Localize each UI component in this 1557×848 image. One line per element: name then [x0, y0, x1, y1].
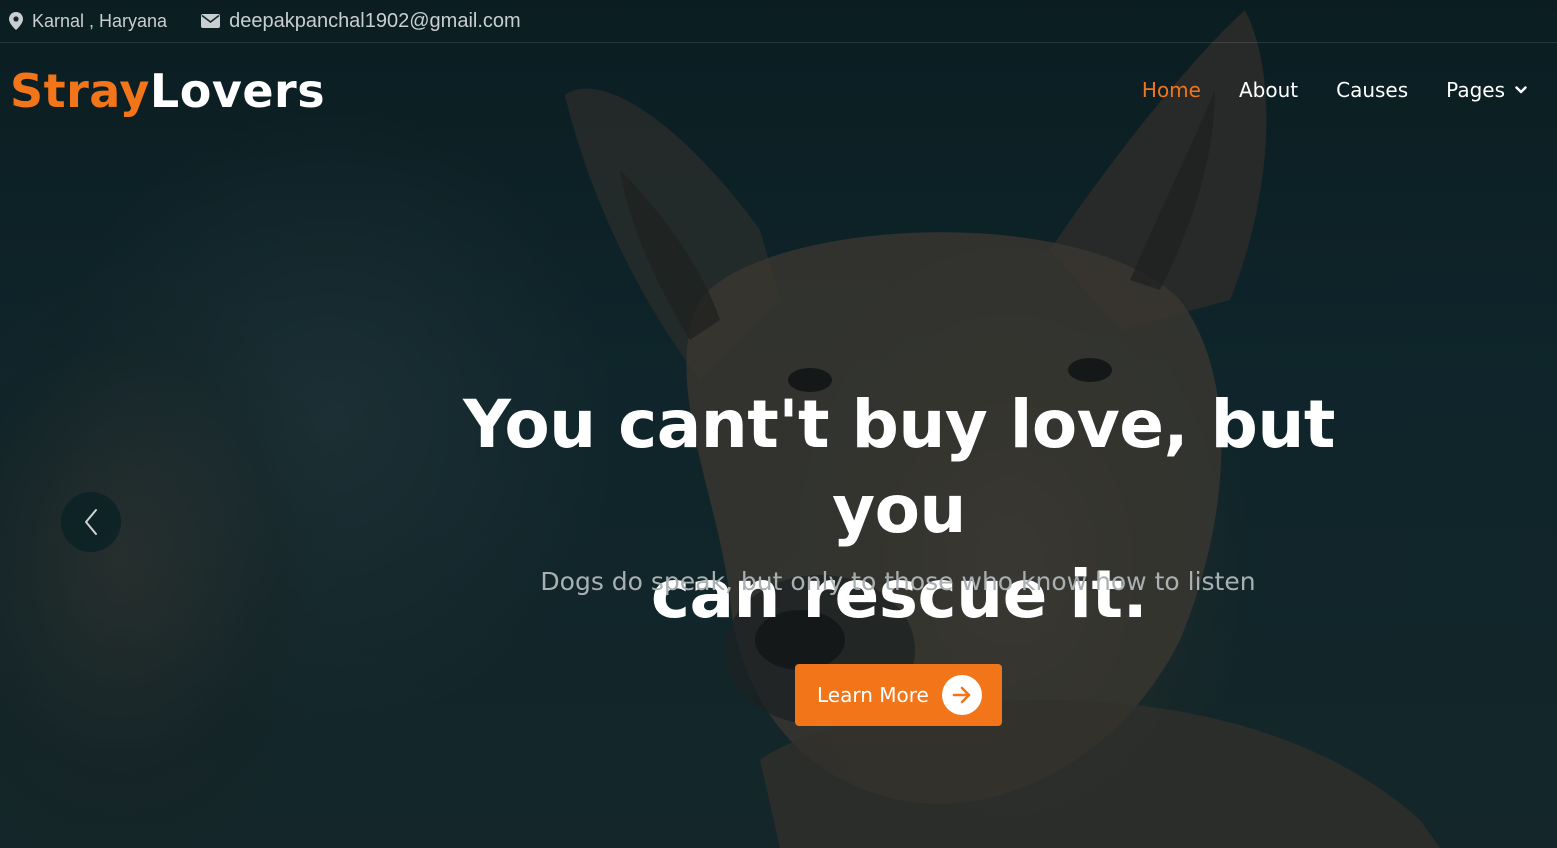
main-nav: Home About Causes Pages	[1142, 78, 1527, 102]
brand-part-1: Stray	[10, 64, 150, 118]
hero-subtitle: Dogs do speak, but only to those who kno…	[540, 567, 1256, 596]
map-pin-icon	[9, 12, 23, 30]
email-text[interactable]: deepakpanchal1902@gmail.com	[229, 10, 521, 33]
nav-item-home[interactable]: Home	[1142, 78, 1201, 102]
learn-more-label: Learn More	[817, 683, 929, 707]
email-info[interactable]: deepakpanchal1902@gmail.com	[201, 10, 521, 33]
brand-logo[interactable]: StrayLovers	[10, 64, 325, 118]
chevron-down-icon	[1515, 86, 1527, 94]
location-info: Karnal , Haryana	[9, 11, 167, 32]
envelope-icon	[201, 14, 221, 28]
learn-more-button[interactable]: Learn More	[795, 664, 1002, 726]
brand-part-2: Lovers	[149, 64, 326, 118]
chevron-left-icon	[85, 509, 97, 535]
nav-item-causes[interactable]: Causes	[1336, 78, 1408, 102]
nav-item-about[interactable]: About	[1239, 78, 1298, 102]
nav-item-pages[interactable]: Pages	[1446, 78, 1527, 102]
location-text: Karnal , Haryana	[32, 10, 168, 31]
hero-headline: You cant't buy love, but you can rescue …	[390, 382, 1408, 637]
carousel-prev-button[interactable]	[61, 492, 121, 552]
arrow-right-icon	[952, 686, 971, 704]
arrow-right-icon-circle	[942, 675, 982, 715]
top-bar: Karnal , Haryana deepakpanchal1902@gmail…	[0, 0, 1557, 43]
hero-headline-line-1: You cant't buy love, but you	[463, 386, 1335, 548]
nav-item-pages-label: Pages	[1446, 78, 1505, 102]
